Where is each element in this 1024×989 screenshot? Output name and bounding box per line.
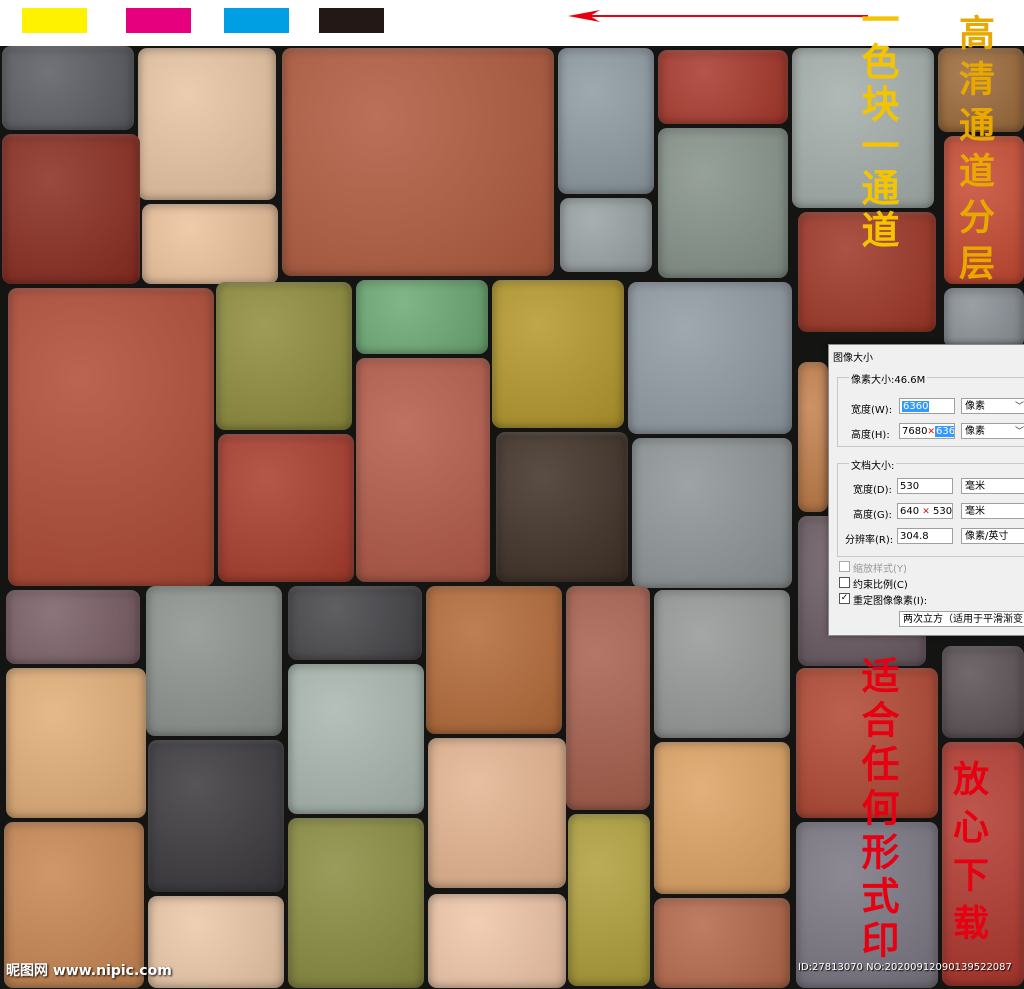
brick-tile [658, 128, 788, 278]
brick-tile [142, 204, 278, 284]
width-unit-select[interactable]: 像素 ﹀ [961, 398, 1024, 414]
brick-tile [944, 288, 1024, 348]
brick-tile [356, 358, 490, 582]
height-new-value: 6360 [935, 426, 954, 437]
doc-width-unit-select[interactable]: 毫米 [961, 478, 1024, 494]
brick-tile [146, 586, 282, 736]
constrain-label: 约束比例(C) [853, 580, 908, 591]
dialog-title: 图像大小 [833, 353, 873, 364]
brick-tile [558, 48, 654, 194]
brick-tile [8, 288, 214, 586]
black-swatch [319, 8, 384, 33]
image-size-dialog: 图像大小 像素大小:46.6M 宽度(W): 6360 像素 ﹀ 高度(H): 7… [828, 344, 1024, 636]
brick-tile [2, 46, 134, 130]
brick-tile [632, 438, 792, 588]
width-value: 6360 [902, 401, 930, 412]
height-label: 高度(H): [851, 430, 890, 441]
brick-tile [6, 668, 146, 818]
brick-tile [942, 646, 1024, 738]
brick-tile [492, 280, 624, 428]
doc-height-label: 高度(G): [853, 510, 892, 521]
brick-tile [428, 738, 566, 888]
constrain-checkbox[interactable] [839, 577, 850, 588]
brick-tile [426, 586, 562, 734]
resample-method-select[interactable]: 两次立方（适用于平滑渐变 [899, 611, 1024, 627]
resolution-unit-select[interactable]: 像素/英寸 [961, 528, 1024, 544]
brick-tile [428, 894, 566, 988]
brick-tile [654, 742, 790, 894]
doc-height-unit-select[interactable]: 毫米 [961, 503, 1024, 519]
brick-tile [568, 814, 650, 986]
image-id-watermark: ID:27813070 NO:20200912090139522087 [798, 962, 1012, 973]
chevron-down-icon: ﹀ [1014, 427, 1024, 437]
print-suitable-text: 适合任何形式印 [855, 656, 900, 964]
resolution-label: 分辨率(R): [845, 535, 894, 546]
brick-tile [148, 740, 284, 892]
channel-note-text: 一色块一通道 [855, 0, 900, 252]
edit-mark-icon: ✕ [927, 427, 935, 437]
doc-height-new: 530 [933, 506, 953, 517]
doc-width-input[interactable]: 530 [897, 478, 953, 494]
layered-channels-text: 高清通道分层 [953, 14, 995, 290]
pixel-size-label: 像素大小:46.6M [849, 371, 928, 386]
doc-height-unit-value: 毫米 [965, 506, 985, 517]
brick-tile [138, 48, 276, 200]
doc-height-input[interactable]: 640 ✕ 530 [897, 503, 953, 519]
resolution-input[interactable]: 304.8 [897, 528, 953, 544]
width-unit-value: 像素 [965, 401, 985, 412]
resample-method-value: 两次立方（适用于平滑渐变 [903, 614, 1023, 625]
cyan-swatch [224, 8, 289, 33]
brick-tile [218, 434, 354, 582]
brick-tile [654, 898, 790, 988]
height-unit-value: 像素 [965, 426, 985, 437]
site-watermark: 昵图网 www.nipic.com [6, 963, 172, 979]
brick-tile [658, 50, 788, 124]
download-text: 放心下载 [947, 760, 989, 952]
arrow-left-icon [568, 10, 868, 22]
document-size-label: 文档大小: [849, 457, 897, 472]
brick-tile [2, 134, 140, 284]
yellow-swatch [22, 8, 87, 33]
height-unit-select[interactable]: 像素 ﹀ [961, 423, 1024, 439]
brick-tile [6, 590, 140, 664]
doc-height-old: 640 [900, 506, 920, 517]
brick-tile [288, 818, 424, 988]
resample-label: 重定图像像素(I): [853, 596, 928, 607]
resolution-value: 304.8 [900, 531, 929, 542]
brick-tile [654, 590, 790, 738]
edit-mark-icon: ✕ [922, 507, 930, 517]
doc-width-unit-value: 毫米 [965, 481, 985, 492]
brick-tile [560, 198, 652, 272]
brick-tile [282, 48, 554, 276]
brick-tile [496, 432, 628, 582]
height-old-value: 7680 [902, 426, 928, 437]
brick-tile [288, 586, 422, 660]
doc-width-label: 宽度(D): [853, 485, 892, 496]
chevron-down-icon: ﹀ [1014, 402, 1024, 412]
doc-width-value: 530 [900, 481, 920, 492]
width-input[interactable]: 6360 [899, 398, 955, 414]
brick-tile [216, 282, 352, 430]
height-input[interactable]: 7680✕6360 [899, 423, 955, 439]
brick-tile [566, 586, 650, 810]
width-label: 宽度(W): [851, 405, 893, 416]
resolution-unit-value: 像素/英寸 [965, 531, 1009, 542]
brick-tile [288, 664, 424, 814]
scale-styles-label: 缩放样式(Y) [853, 564, 907, 575]
resample-checkbox[interactable]: ✓ [839, 593, 850, 604]
brick-tile [356, 280, 488, 354]
brick-tile [798, 362, 828, 512]
brick-tile [628, 282, 792, 434]
magenta-swatch [126, 8, 191, 33]
scale-styles-checkbox[interactable] [839, 561, 850, 572]
